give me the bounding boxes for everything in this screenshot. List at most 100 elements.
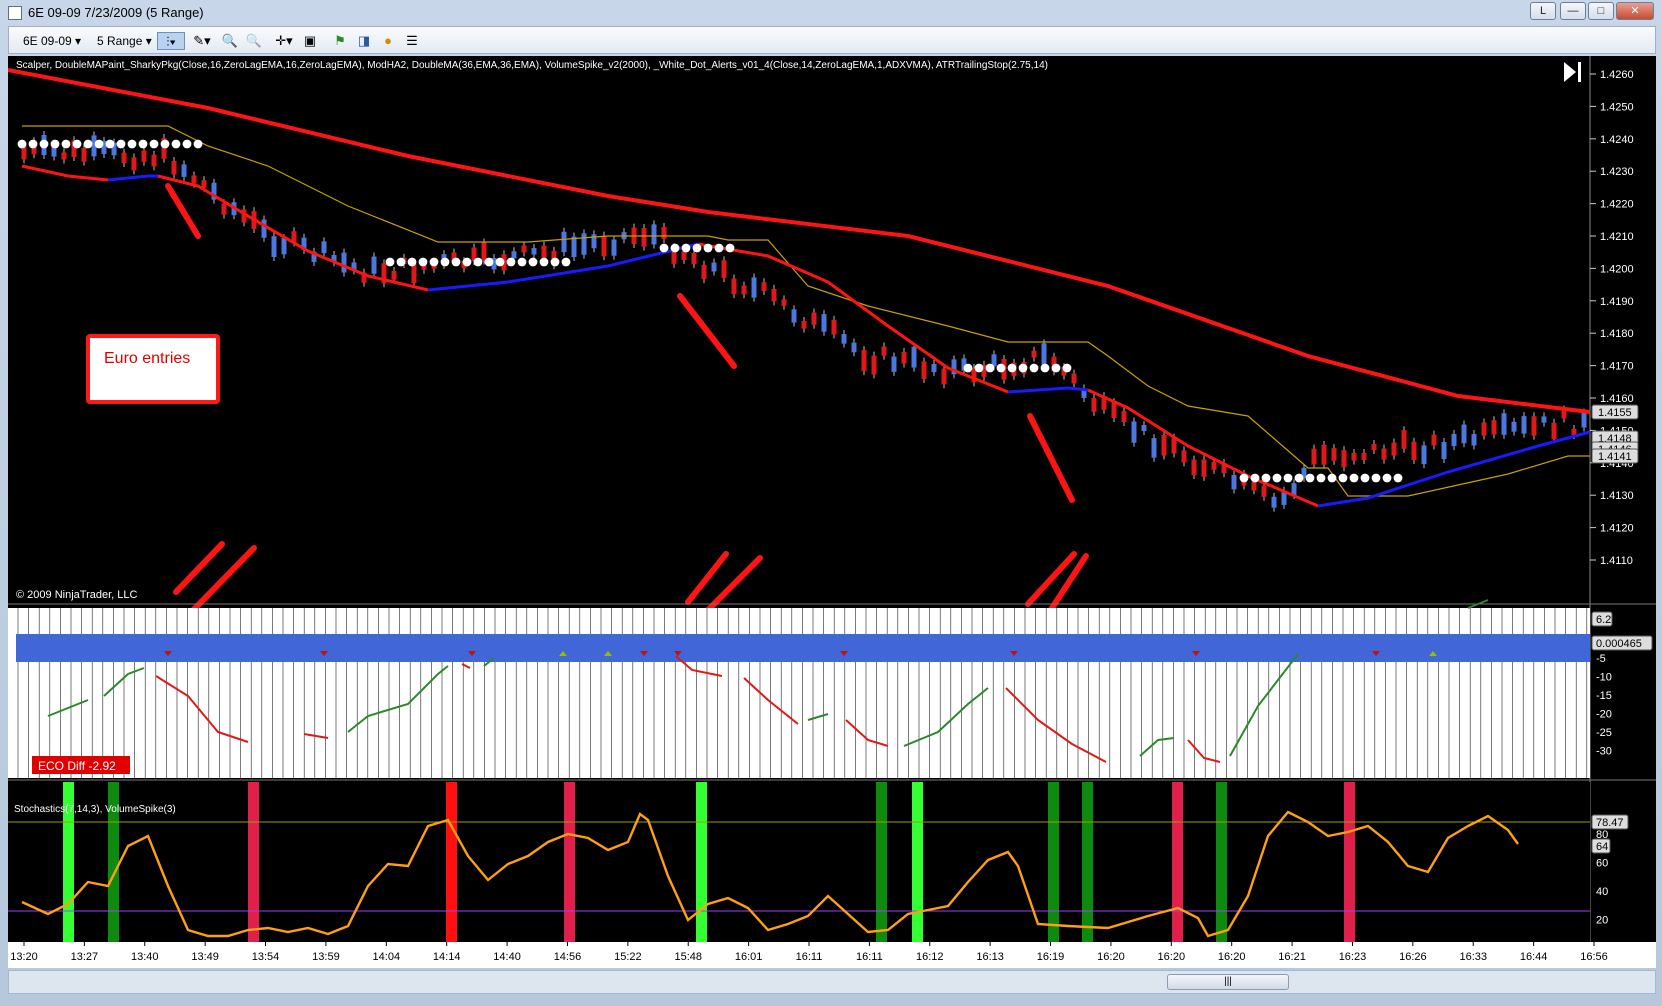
price-tick-label: 1.4220 (1600, 199, 1634, 211)
candle-body (901, 351, 907, 364)
white-dot (996, 363, 1006, 373)
chart-trader-icon[interactable]: ◨ (355, 32, 373, 50)
title-bar: 6E 09-09 7/23/2009 (5 Range) L — □ ✕ (0, 0, 1662, 26)
candle-body (831, 319, 837, 335)
instrument-selector[interactable]: 6E 09-09 ▾ (19, 31, 85, 51)
price-tick-label: 1.4160 (1600, 393, 1634, 405)
maximize-button[interactable]: □ (1588, 2, 1614, 20)
candle-body (741, 285, 747, 295)
bar-type-icon[interactable]: ⫶▾ (157, 32, 185, 50)
candle-body (1461, 424, 1467, 444)
volume-spike-bar (1048, 782, 1059, 942)
eco-tag-label: 6.2 (1596, 614, 1611, 626)
indicator-caption: Scalper, DoubleMAPaint_SharkyPkg(Close,1… (16, 60, 1048, 71)
data-box-icon[interactable]: ☰ (403, 32, 421, 50)
white-dot (670, 243, 680, 253)
volume-spike-bar (912, 782, 923, 942)
white-dot (149, 139, 159, 149)
candle-body (1141, 424, 1147, 432)
window-title: 6E 09-09 7/23/2009 (5 Range) (28, 5, 204, 20)
interval-selector[interactable]: 5 Range ▾ (93, 31, 156, 51)
stoch-tag-label: 64 (1596, 841, 1608, 853)
time-tick-label: 16:11 (856, 951, 883, 963)
time-tick-label: 15:48 (674, 951, 702, 963)
candle-body (841, 333, 847, 344)
candle-body (1231, 474, 1237, 490)
candle-body (1091, 397, 1097, 412)
time-tick-label: 16:13 (976, 951, 1004, 963)
time-tick-label: 16:20 (1158, 951, 1186, 963)
coin-icon[interactable]: ● (379, 32, 397, 50)
candle-body (1471, 433, 1477, 446)
eco-tag-label: 0.000465 (1596, 638, 1642, 650)
price-tick-label: 1.4200 (1600, 263, 1634, 275)
candle-body (1121, 411, 1127, 423)
candle-body (171, 160, 177, 175)
candle-body (861, 349, 867, 372)
white-dot (1018, 363, 1028, 373)
candle-body (681, 251, 687, 260)
strategy-icon[interactable]: ⚑ (331, 32, 349, 50)
eco-panel[interactable] (8, 608, 1590, 778)
candle-body (641, 228, 647, 247)
candle-body (811, 312, 817, 325)
time-tick-label: 16:21 (1278, 951, 1306, 963)
chart-area[interactable]: 1.4260 1.4250 1.4240 1.4230 1.4220 1.4210 1.42… (7, 56, 1656, 968)
candle-body (571, 236, 577, 258)
stoch-tick-label: 60 (1596, 858, 1608, 870)
candle-body (651, 224, 657, 245)
white-dot (171, 139, 181, 149)
candle-body (661, 227, 667, 239)
white-dot (462, 257, 472, 267)
crosshair-icon[interactable]: ✛▾ (271, 32, 297, 50)
volume-spike-bar (1082, 782, 1093, 942)
draw-icon[interactable]: ✎▾ (189, 32, 215, 50)
price-tick-label: 1.4210 (1600, 231, 1634, 243)
price-panel[interactable] (8, 56, 1590, 604)
chart-canvas[interactable]: 1.4260 1.4250 1.4240 1.4230 1.4220 1.4210 1.42… (7, 56, 1656, 968)
link-button[interactable]: L (1530, 2, 1556, 20)
white-dot (451, 257, 461, 267)
candle-body (891, 356, 897, 372)
candle-body (1431, 434, 1437, 446)
instrument-label: 6E 09-09 (23, 34, 72, 48)
candle-body (271, 236, 277, 258)
white-dot (963, 363, 973, 373)
minimize-button[interactable]: — (1560, 2, 1586, 20)
zoom-in-icon[interactable]: 🔍 (221, 32, 239, 50)
candle-body (1571, 428, 1577, 436)
white-dot (1283, 473, 1293, 483)
time-tick-label: 16:56 (1580, 951, 1608, 963)
price-tags: 1.41551.41481.41461.4141 (1591, 404, 1639, 464)
time-tick-label: 13:49 (191, 951, 219, 963)
candle-body (391, 271, 397, 280)
white-dot (72, 139, 82, 149)
white-dot (1040, 363, 1050, 373)
white-dot (28, 139, 38, 149)
white-dot (985, 363, 995, 373)
scrollbar-thumb[interactable]: ||| (1167, 974, 1289, 990)
close-button[interactable]: ✕ (1616, 2, 1654, 20)
volume-spike-bar (1344, 782, 1355, 942)
zoom-out-icon[interactable]: 🔍 (245, 32, 263, 50)
stoch-caption: Stochastics(7,14,3), VolumeSpike(3) (14, 804, 176, 815)
candle-body (321, 241, 327, 254)
horizontal-scrollbar[interactable]: ||| (8, 970, 1656, 994)
candle-body (1371, 444, 1377, 451)
copyright-text: © 2009 NinjaTrader, LLC (16, 589, 137, 601)
white-dot (1272, 473, 1282, 483)
candle-body (1251, 482, 1257, 491)
candle-body (911, 346, 917, 368)
volume-spike-bar (564, 782, 575, 942)
price-tag-label: 1.4155 (1598, 407, 1632, 419)
price-tick-label: 1.4230 (1600, 166, 1634, 178)
time-tick-label: 16:23 (1339, 951, 1367, 963)
candle-body (531, 248, 537, 255)
candle-body (1331, 448, 1337, 461)
candle-body (871, 355, 877, 375)
properties-icon[interactable]: ▣ (301, 32, 319, 50)
candle-body (881, 346, 887, 356)
candle-body (1321, 444, 1327, 465)
time-tick-label: 16:20 (1218, 951, 1246, 963)
candle-body (1391, 442, 1397, 456)
